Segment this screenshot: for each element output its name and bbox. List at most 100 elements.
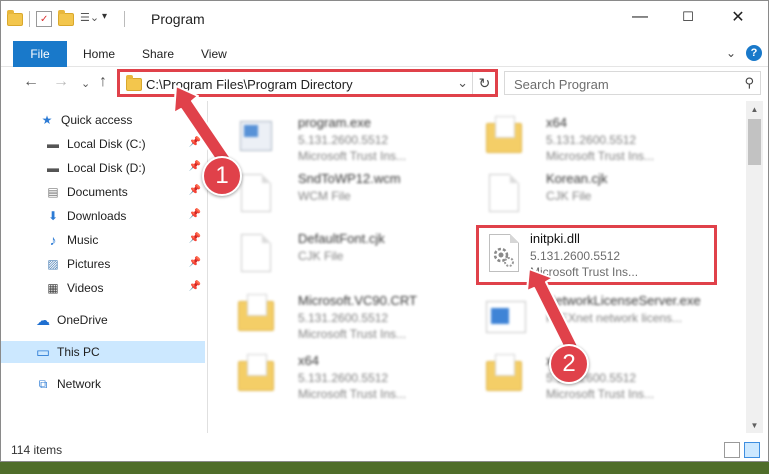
sidebar-item-downloads[interactable]: ⬇ Downloads 📌 [1, 205, 205, 227]
file-highlight-box [476, 225, 717, 285]
title-bar: ✓ ☰⌄ ▾ Program — ☐ ✕ [1, 1, 768, 37]
properties-icon[interactable]: ✓ [36, 11, 52, 27]
file-name: DefaultFont.cjk [298, 231, 385, 246]
tab-file[interactable]: File [13, 41, 67, 67]
file-item-defaultfont-cjk[interactable]: DefaultFont.cjk CJK File [230, 225, 470, 281]
sidebar-item-onedrive[interactable]: ☁ OneDrive [1, 309, 205, 331]
file-item-networklicenseserver[interactable]: NetworkLicenseServer.exe FLEXnet network… [478, 287, 718, 343]
view-toggle [724, 442, 760, 458]
sidebar-item-music[interactable]: ♪ Music 📌 [1, 229, 205, 251]
qat-dropdown-icon[interactable]: ▾ [102, 11, 118, 27]
file-type: WCM File [298, 189, 351, 203]
new-folder-icon[interactable] [58, 9, 74, 26]
help-icon[interactable]: ? [746, 45, 762, 61]
folder-icon [486, 116, 522, 153]
tab-share[interactable]: Share [142, 47, 174, 61]
pin-icon[interactable]: 📌 [189, 137, 201, 148]
step-badge-1: 1 [202, 156, 242, 196]
sidebar-item-videos[interactable]: ▦ Videos 📌 [1, 277, 205, 299]
pin-icon[interactable]: 📌 [189, 161, 201, 172]
file-thumbnail [236, 231, 276, 275]
sidebar-item-label: Downloads [67, 209, 127, 223]
desktop-background [0, 462, 769, 474]
folder-icon [486, 354, 522, 391]
pin-icon[interactable]: 📌 [189, 257, 201, 268]
folder-icon [7, 9, 23, 26]
sidebar-item-network[interactable]: ⧉ Network [1, 373, 205, 395]
sidebar-item-local-disk-d[interactable]: ▬ Local Disk (D:) 📌 [1, 157, 205, 179]
file-item-x64[interactable]: x64 5.131.2600.5512 Microsoft Trust Ins.… [478, 109, 718, 165]
file-item-korean-cjk[interactable]: Korean.cjk CJK File [478, 165, 718, 221]
up-arrow-icon[interactable]: ↑ [99, 73, 107, 91]
file-name: program.exe [298, 115, 371, 130]
folder-icon [238, 354, 274, 391]
search-input[interactable]: Search Program [514, 77, 609, 92]
pc-icon: ▭ [35, 344, 51, 361]
sidebar-item-label: Videos [67, 281, 104, 295]
exe-icon [240, 121, 272, 151]
customize-icon[interactable]: ☰⌄ [80, 11, 99, 27]
pin-icon[interactable]: 📌 [189, 209, 201, 220]
file-thumbnail [484, 353, 524, 397]
sidebar-item-label: OneDrive [57, 313, 108, 327]
sidebar-item-quick-access[interactable]: ★ Quick access [1, 109, 205, 131]
search-icon[interactable]: ⚲ [744, 75, 754, 91]
search-box[interactable]: Search Program ⚲ [504, 71, 761, 95]
file-description: Microsoft Trust Ins... [546, 149, 655, 163]
file-item-x64[interactable]: x64 5.131.2600.5512 Microsoft Trust Ins.… [478, 347, 718, 403]
maximize-button[interactable]: ☐ [665, 1, 711, 33]
step-badge-2: 2 [549, 344, 589, 384]
file-item-x64[interactable]: x64 5.131.2600.5512 Microsoft Trust Ins.… [230, 347, 470, 403]
recent-locations-icon[interactable]: ⌄ [81, 77, 90, 90]
tab-home[interactable]: Home [83, 47, 115, 61]
file-item-microsoft-vc90-crt[interactable]: Microsoft.VC90.CRT 5.131.2600.5512 Micro… [230, 287, 470, 343]
scroll-thumb[interactable] [748, 119, 761, 165]
tiles-view-icon[interactable] [744, 442, 760, 458]
scroll-down-icon[interactable]: ▼ [746, 417, 763, 433]
ribbon-controls: ⌄ ? [726, 45, 762, 61]
file-description: Microsoft Trust Ins... [298, 387, 407, 401]
item-count: 114 items [11, 443, 63, 457]
file-version: 5.131.2600.5512 [298, 133, 389, 147]
sidebar-item-local-disk-c[interactable]: ▬ Local Disk (C:) 📌 [1, 133, 205, 155]
file-version: 5.131.2600.5512 [298, 371, 389, 385]
sidebar-item-this-pc[interactable]: ▭ This PC [1, 341, 205, 363]
file-thumbnail [236, 293, 276, 337]
sidebar-item-label: Local Disk (C:) [67, 137, 146, 151]
file-item-program-exe[interactable]: program.exe 5.131.2600.5512 Microsoft Tr… [230, 109, 470, 165]
file-thumbnail [484, 293, 526, 337]
address-highlight-box [117, 69, 498, 97]
sidebar-item-label: Quick access [61, 113, 133, 127]
back-arrow-icon[interactable]: ← [23, 73, 39, 91]
documents-icon: ▤ [47, 185, 59, 199]
videos-icon: ▦ [47, 281, 59, 295]
sidebar-item-documents[interactable]: ▤ Documents 📌 [1, 181, 205, 203]
document-icon [489, 174, 519, 212]
vertical-scrollbar[interactable]: ▲ ▼ [746, 101, 763, 433]
file-description: FLEXnet network licens... [546, 311, 683, 325]
ribbon-expand-icon[interactable]: ⌄ [726, 46, 736, 60]
folder-icon [238, 294, 274, 331]
pin-icon[interactable]: 📌 [189, 233, 201, 244]
file-item-sndtowp12[interactable]: SndToWP12.wcm WCM File [230, 165, 470, 221]
pin-icon[interactable]: 📌 [189, 185, 201, 196]
file-name: NetworkLicenseServer.exe [546, 293, 701, 308]
quick-access-toolbar: ✓ ☰⌄ ▾ [7, 9, 125, 29]
scroll-up-icon[interactable]: ▲ [746, 101, 763, 117]
star-icon: ★ [41, 113, 53, 127]
ribbon: File Home Share View ⌄ ? [1, 41, 768, 67]
forward-arrow-icon[interactable]: → [53, 73, 69, 91]
file-thumbnail [484, 171, 524, 215]
music-icon: ♪ [49, 232, 57, 248]
sidebar-item-label: Pictures [67, 257, 111, 271]
sidebar-item-pictures[interactable]: ▨ Pictures 📌 [1, 253, 205, 275]
sidebar-item-label: Music [67, 233, 99, 247]
file-description: Microsoft Trust Ins... [298, 149, 407, 163]
pin-icon[interactable]: 📌 [189, 281, 201, 292]
sidebar-item-label: Local Disk (D:) [67, 161, 146, 175]
file-thumbnail [236, 353, 276, 397]
tab-view[interactable]: View [201, 47, 227, 61]
close-button[interactable]: ✕ [715, 1, 761, 33]
minimize-button[interactable]: — [617, 1, 663, 33]
details-view-icon[interactable] [724, 442, 740, 458]
